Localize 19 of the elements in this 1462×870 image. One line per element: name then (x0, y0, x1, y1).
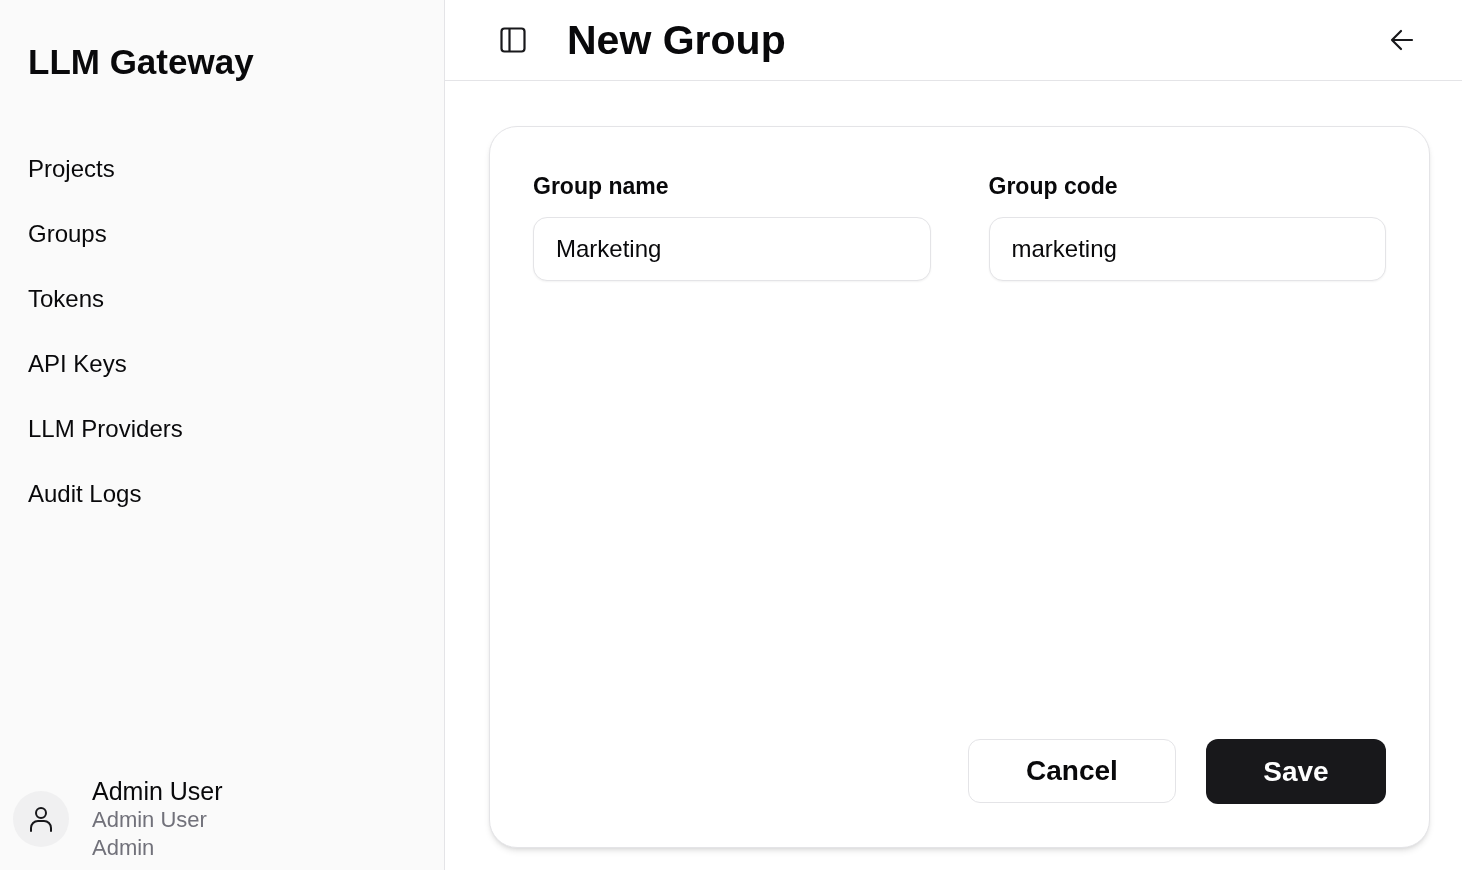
app-title: LLM Gateway (28, 41, 254, 83)
nav-item[interactable]: LLM Providers (16, 405, 428, 453)
field-label: Group code (988, 172, 1118, 201)
input-field[interactable]: marketing (988, 217, 1386, 281)
cancel-button[interactable]: Cancel (968, 739, 1176, 803)
nav-item[interactable]: API Keys (16, 340, 428, 388)
save-button[interactable]: Save (1206, 739, 1386, 804)
page-title: New Group (567, 16, 786, 65)
user-display-name: Admin User (92, 806, 208, 834)
user-name: Admin User (92, 776, 223, 806)
nav-item[interactable]: Groups (16, 210, 428, 258)
user-role: Admin (92, 834, 156, 862)
field-label: Group name (533, 172, 669, 201)
sidebar-toggle-icon[interactable] (499, 26, 527, 54)
input-field[interactable]: Marketing (533, 217, 931, 281)
nav-item[interactable]: Audit Logs (16, 470, 428, 518)
nav-item[interactable]: Tokens (16, 275, 428, 323)
nav-item[interactable]: Projects (16, 145, 428, 193)
back-arrow-icon[interactable] (1390, 29, 1414, 51)
